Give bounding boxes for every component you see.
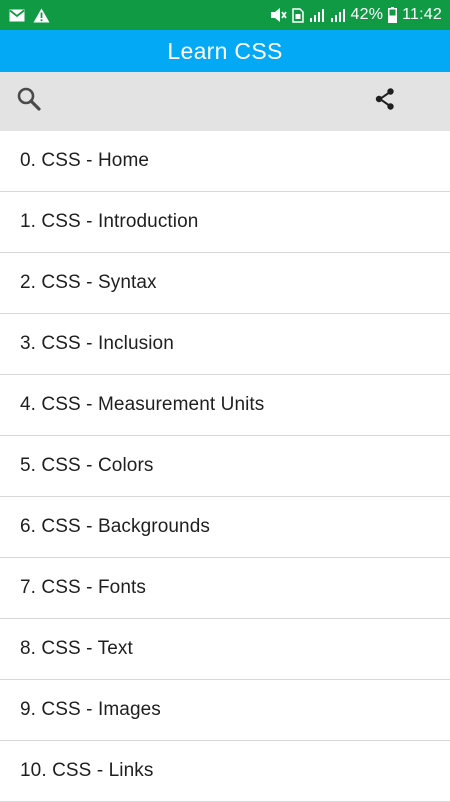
list-item[interactable]: 10. CSS - Links [0, 741, 450, 802]
list-item-label: 6. CSS - Backgrounds [20, 516, 210, 537]
list-item-label: 3. CSS - Inclusion [20, 333, 174, 354]
list-item[interactable]: 4. CSS - Measurement Units [0, 375, 450, 436]
signal-icon [330, 8, 346, 22]
status-time: 11:42 [402, 6, 442, 23]
list-item-label: 8. CSS - Text [20, 638, 133, 659]
battery-percent: 42% [350, 6, 384, 23]
signal-icon [309, 8, 325, 22]
list-item[interactable]: 7. CSS - Fonts [0, 558, 450, 619]
status-right: 42% 11:42 [270, 6, 442, 24]
list-item-label: 0. CSS - Home [20, 150, 150, 171]
list-item[interactable]: 5. CSS - Colors [0, 436, 450, 497]
list-item[interactable]: 9. CSS - Images [0, 680, 450, 741]
list-item-label: 7. CSS - Fonts [20, 577, 146, 598]
app-bar: Learn CSS [0, 30, 450, 72]
list-item-label: 1. CSS - Introduction [20, 211, 199, 232]
battery-icon [388, 7, 398, 23]
list-item[interactable]: 0. CSS - Home [0, 131, 450, 192]
list-item[interactable]: 1. CSS - Introduction [0, 192, 450, 253]
list-item[interactable]: 6. CSS - Backgrounds [0, 497, 450, 558]
status-bar: 42% 11:42 [0, 0, 450, 30]
search-button[interactable] [14, 86, 44, 116]
list-item-label: 2. CSS - Syntax [20, 272, 157, 293]
app-title: Learn CSS [167, 37, 283, 64]
list-item[interactable]: 8. CSS - Text [0, 619, 450, 680]
list-item-label: 4. CSS - Measurement Units [20, 394, 265, 415]
gmail-icon [9, 9, 25, 22]
status-left [9, 8, 50, 23]
sim-icon [291, 7, 304, 23]
share-icon [374, 87, 396, 116]
list-item-label: 9. CSS - Images [20, 699, 161, 720]
list-item[interactable]: 2. CSS - Syntax [0, 253, 450, 314]
topic-list: 0. CSS - Home 1. CSS - Introduction 2. C… [0, 131, 450, 802]
mute-icon [270, 7, 287, 23]
share-button[interactable] [370, 86, 400, 116]
search-icon [16, 86, 42, 117]
list-item-label: 10. CSS - Links [20, 760, 154, 781]
warning-icon [33, 8, 50, 23]
list-item[interactable]: 3. CSS - Inclusion [0, 314, 450, 375]
toolbar [0, 72, 450, 131]
list-item-label: 5. CSS - Colors [20, 455, 154, 476]
